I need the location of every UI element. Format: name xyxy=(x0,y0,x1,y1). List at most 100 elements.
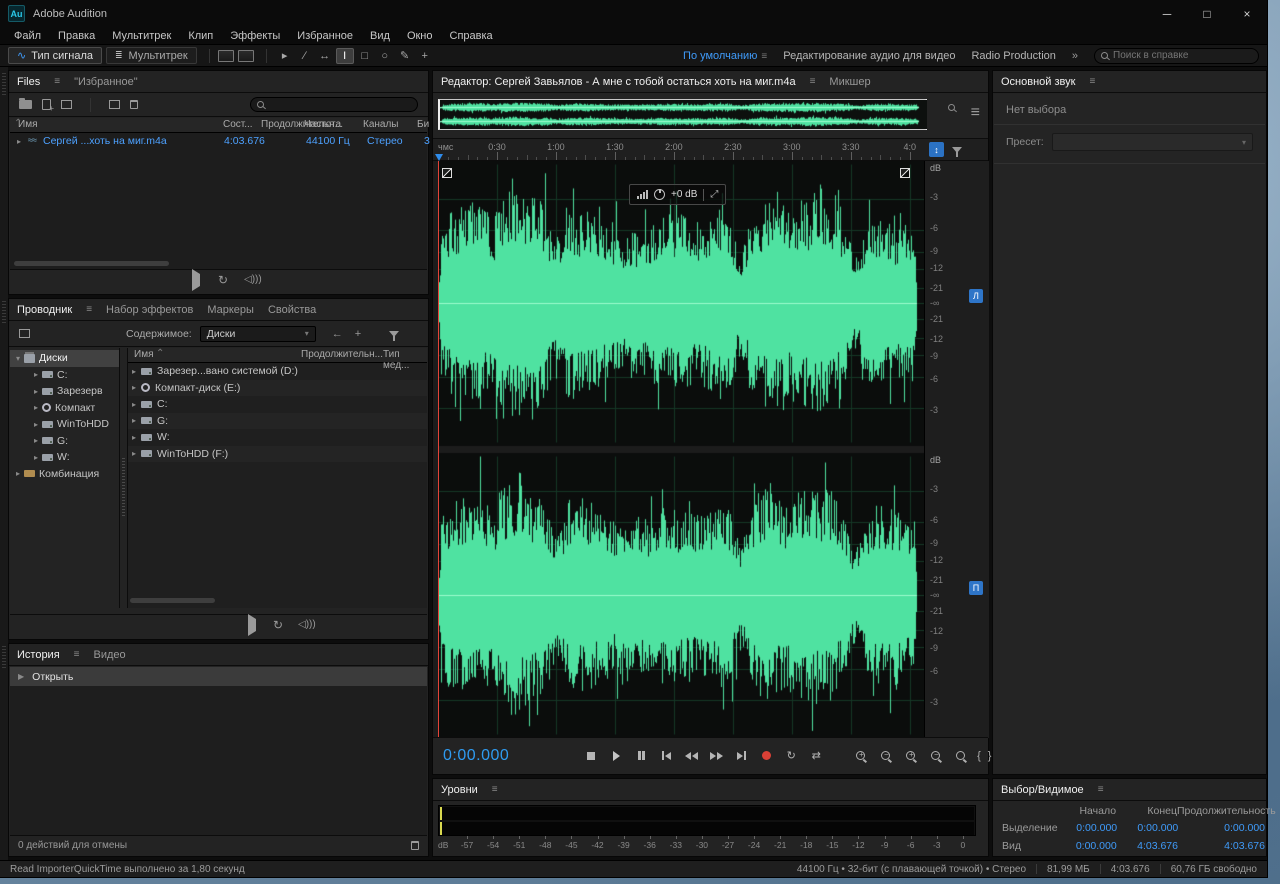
skip-to-start-icon[interactable] xyxy=(656,747,676,765)
help-search-input[interactable] xyxy=(1113,50,1252,61)
workspace-audio-for-video[interactable]: Редактирование аудио для видео xyxy=(783,50,955,62)
vertical-zoom-icon[interactable]: ↕ xyxy=(929,142,944,157)
zoom-out-icon[interactable]: − xyxy=(875,747,895,765)
time-display[interactable]: 0:00.000 xyxy=(443,747,509,765)
marquee-tool-icon[interactable]: □ xyxy=(356,48,374,64)
slip-tool-icon[interactable]: ↔ xyxy=(316,48,334,64)
menu-item[interactable]: Эффекты xyxy=(230,30,280,42)
content-dropdown[interactable]: Диски▾ xyxy=(200,326,316,342)
browser-hscrollbar[interactable] xyxy=(130,597,425,604)
level-meter[interactable] xyxy=(438,805,976,836)
browser-loop-icon[interactable]: ↻ xyxy=(273,618,283,632)
zoom-in-time-icon[interactable]: + xyxy=(900,747,920,765)
auto-play-icon[interactable]: ◁))) xyxy=(244,274,262,285)
browser-import-icon[interactable] xyxy=(19,329,30,338)
browser-panel-menu-icon[interactable]: ≡ xyxy=(86,304,92,315)
workspace-radio-production[interactable]: Radio Production xyxy=(971,50,1055,62)
overview-menu-icon[interactable]: ≡ xyxy=(971,104,980,122)
spectral-view-icon[interactable] xyxy=(238,50,254,62)
add-shortcut-icon[interactable]: + xyxy=(355,328,361,340)
close-icon[interactable]: × xyxy=(1227,0,1267,27)
zoom-out-time-icon[interactable]: − xyxy=(925,747,945,765)
workspace-more-icon[interactable]: » xyxy=(1072,50,1078,62)
tab-levels[interactable]: Уровни xyxy=(441,784,478,796)
levels-panel-menu-icon[interactable]: ≡ xyxy=(492,784,498,795)
volume-hud[interactable]: +0 dB ⤢ xyxy=(629,184,726,205)
preset-dropdown[interactable]: ▾ xyxy=(1052,133,1253,151)
tab-history[interactable]: История xyxy=(17,649,60,661)
fade-out-handle[interactable] xyxy=(900,168,910,178)
help-search[interactable] xyxy=(1094,48,1259,64)
fade-in-handle[interactable] xyxy=(442,168,452,178)
workspace-default[interactable]: По умолчанию xyxy=(683,50,757,62)
list-item[interactable]: ▸ Компакт-диск (E:) xyxy=(128,380,427,397)
skip-selection-icon[interactable]: ⇄ xyxy=(806,747,826,765)
minimize-icon[interactable]: ─ xyxy=(1147,0,1187,27)
loop-playback-icon[interactable]: ↻ xyxy=(218,273,228,287)
multitrack-mode-button[interactable]: ≣ Мультитрек xyxy=(106,47,197,64)
filter-icon[interactable] xyxy=(389,331,399,337)
waveform-view-icon[interactable] xyxy=(218,50,234,62)
db-scale[interactable]: Л dB-3-6-9-12-21-∞-21-12-9-6-3 П dB-3-6-… xyxy=(924,161,989,738)
editor-panel-menu-icon[interactable]: ≡ xyxy=(810,76,816,87)
list-item[interactable]: ▸ C: xyxy=(128,396,427,413)
history-panel-menu-icon[interactable]: ≡ xyxy=(74,649,80,660)
tab-video[interactable]: Видео xyxy=(94,649,126,661)
tab-browser[interactable]: Проводник xyxy=(17,304,72,316)
paintbrush-tool-icon[interactable]: ✎ xyxy=(396,48,414,64)
maximize-icon[interactable]: □ xyxy=(1187,0,1227,27)
tab-selection-view[interactable]: Выбор/Видимое xyxy=(1001,784,1084,796)
tab-favorites[interactable]: "Избранное" xyxy=(74,76,138,88)
waveform-mode-button[interactable]: ∿ Тип сигнала xyxy=(8,47,102,64)
tab-mixer[interactable]: Микшер xyxy=(829,76,870,88)
menu-item[interactable]: Справка xyxy=(450,30,493,42)
time-selection-tool-icon[interactable]: I xyxy=(336,48,354,64)
list-item[interactable]: ▸ G: xyxy=(128,413,427,430)
tree-item[interactable]: ▾ Диски xyxy=(10,350,119,367)
gain-knob-icon[interactable] xyxy=(654,189,665,200)
tab-markers[interactable]: Маркеры xyxy=(207,304,254,316)
list-item[interactable]: ▸ WinToHDD (F:) xyxy=(128,446,427,463)
tab-essential-sound[interactable]: Основной звук xyxy=(1001,76,1075,88)
files-search[interactable] xyxy=(250,97,418,112)
back-icon[interactable]: ← xyxy=(332,328,343,340)
import-file-icon[interactable] xyxy=(42,99,51,110)
overview-waveform[interactable] xyxy=(440,100,927,129)
overview-zoom-icon[interactable] xyxy=(948,104,955,111)
tree-item[interactable]: ▸ Комбинация xyxy=(10,466,119,483)
tree-item[interactable]: ▸ G: xyxy=(10,433,119,450)
tree-item[interactable]: ▸ WinToHDD xyxy=(10,416,119,433)
timeline-ruler[interactable]: чмс 0:301:001:302:002:303:003:304:0 ↕ xyxy=(433,138,988,161)
selview-panel-menu-icon[interactable]: ≡ xyxy=(1098,784,1104,795)
record-icon[interactable] xyxy=(756,747,776,765)
menu-item[interactable]: Избранное xyxy=(297,30,353,42)
files-search-input[interactable] xyxy=(269,99,411,110)
stop-icon[interactable] xyxy=(581,747,601,765)
history-item[interactable]: ▶ Открыть xyxy=(10,667,427,686)
menu-item[interactable]: Окно xyxy=(407,30,433,42)
right-channel-badge[interactable]: П xyxy=(969,581,983,595)
move-tool-icon[interactable]: ▸ xyxy=(276,48,294,64)
history-trash-icon[interactable] xyxy=(411,841,419,850)
browser-list-headers[interactable]: Имя⌃ Продолжительн... Тип мед... xyxy=(128,348,427,363)
insert-multitrack-icon[interactable] xyxy=(109,100,120,109)
files-hscrollbar[interactable] xyxy=(12,260,425,267)
skip-to-end-icon[interactable] xyxy=(731,747,751,765)
files-panel-menu-icon[interactable]: ≡ xyxy=(54,76,60,87)
lasso-tool-icon[interactable]: ○ xyxy=(376,48,394,64)
waveform-display[interactable]: +0 dB ⤢ xyxy=(438,161,924,738)
open-file-icon[interactable] xyxy=(19,100,32,109)
menu-item[interactable]: Мультитрек xyxy=(112,30,171,42)
playhead-handle[interactable] xyxy=(435,154,443,161)
rewind-icon[interactable] xyxy=(681,747,701,765)
tree-item[interactable]: ▸ W: xyxy=(10,449,119,466)
menu-item[interactable]: Вид xyxy=(370,30,390,42)
browser-play-icon[interactable] xyxy=(248,619,256,631)
fast-forward-icon[interactable] xyxy=(706,747,726,765)
menu-item[interactable]: Клип xyxy=(188,30,213,42)
left-channel-badge[interactable]: Л xyxy=(969,289,983,303)
file-row[interactable]: ▸ ≈≈ Сергей ...хоть на миг.m4a 4:03.676 … xyxy=(10,133,427,150)
delete-file-icon[interactable] xyxy=(130,100,138,109)
workspace-menu-icon[interactable]: ≡ xyxy=(761,51,767,62)
zoom-in-icon[interactable]: + xyxy=(850,747,870,765)
